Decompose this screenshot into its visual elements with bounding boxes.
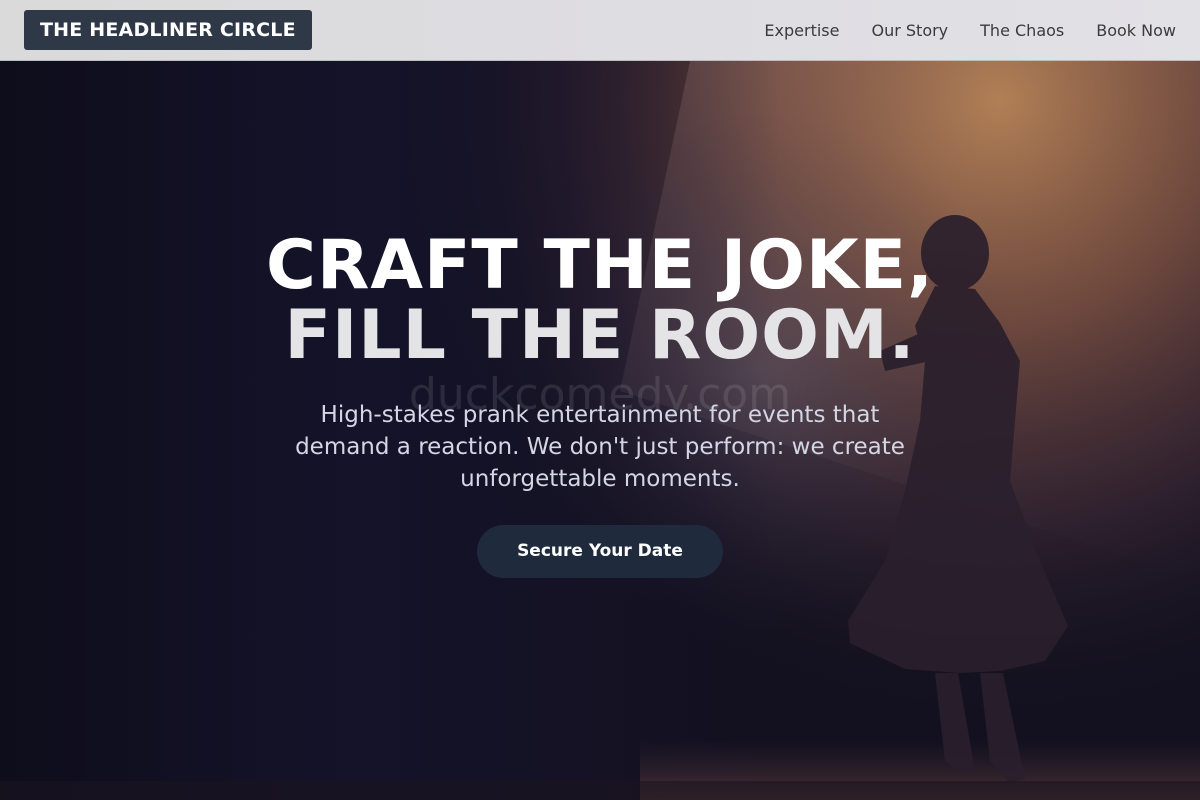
hero-title: CRAFT THE JOKE, FILL THE ROOM.	[0, 231, 1200, 371]
nav-link-our-story[interactable]: Our Story	[871, 21, 948, 40]
hero-title-line2: FILL THE ROOM.	[284, 296, 916, 375]
hero-subtitle: High-stakes prank entertainment for even…	[295, 402, 905, 492]
hero-content: CRAFT THE JOKE, FILL THE ROOM. High-stak…	[0, 231, 1200, 578]
logo-link[interactable]: THE HEADLINER CIRCLE	[24, 10, 312, 50]
nav-link-the-chaos[interactable]: The Chaos	[980, 21, 1064, 40]
nav-link-book-now[interactable]: Book Now	[1096, 21, 1176, 40]
site-header: THE HEADLINER CIRCLE Expertise Our Story…	[0, 0, 1200, 61]
hero-section: duckcomedy.com CRAFT THE JOKE, FILL THE …	[0, 61, 1200, 800]
main-nav: Expertise Our Story The Chaos Book Now	[764, 21, 1176, 40]
hero-title-line1: CRAFT THE JOKE,	[266, 226, 934, 305]
secure-your-date-button[interactable]: Secure Your Date	[477, 525, 723, 578]
nav-link-expertise[interactable]: Expertise	[764, 21, 839, 40]
